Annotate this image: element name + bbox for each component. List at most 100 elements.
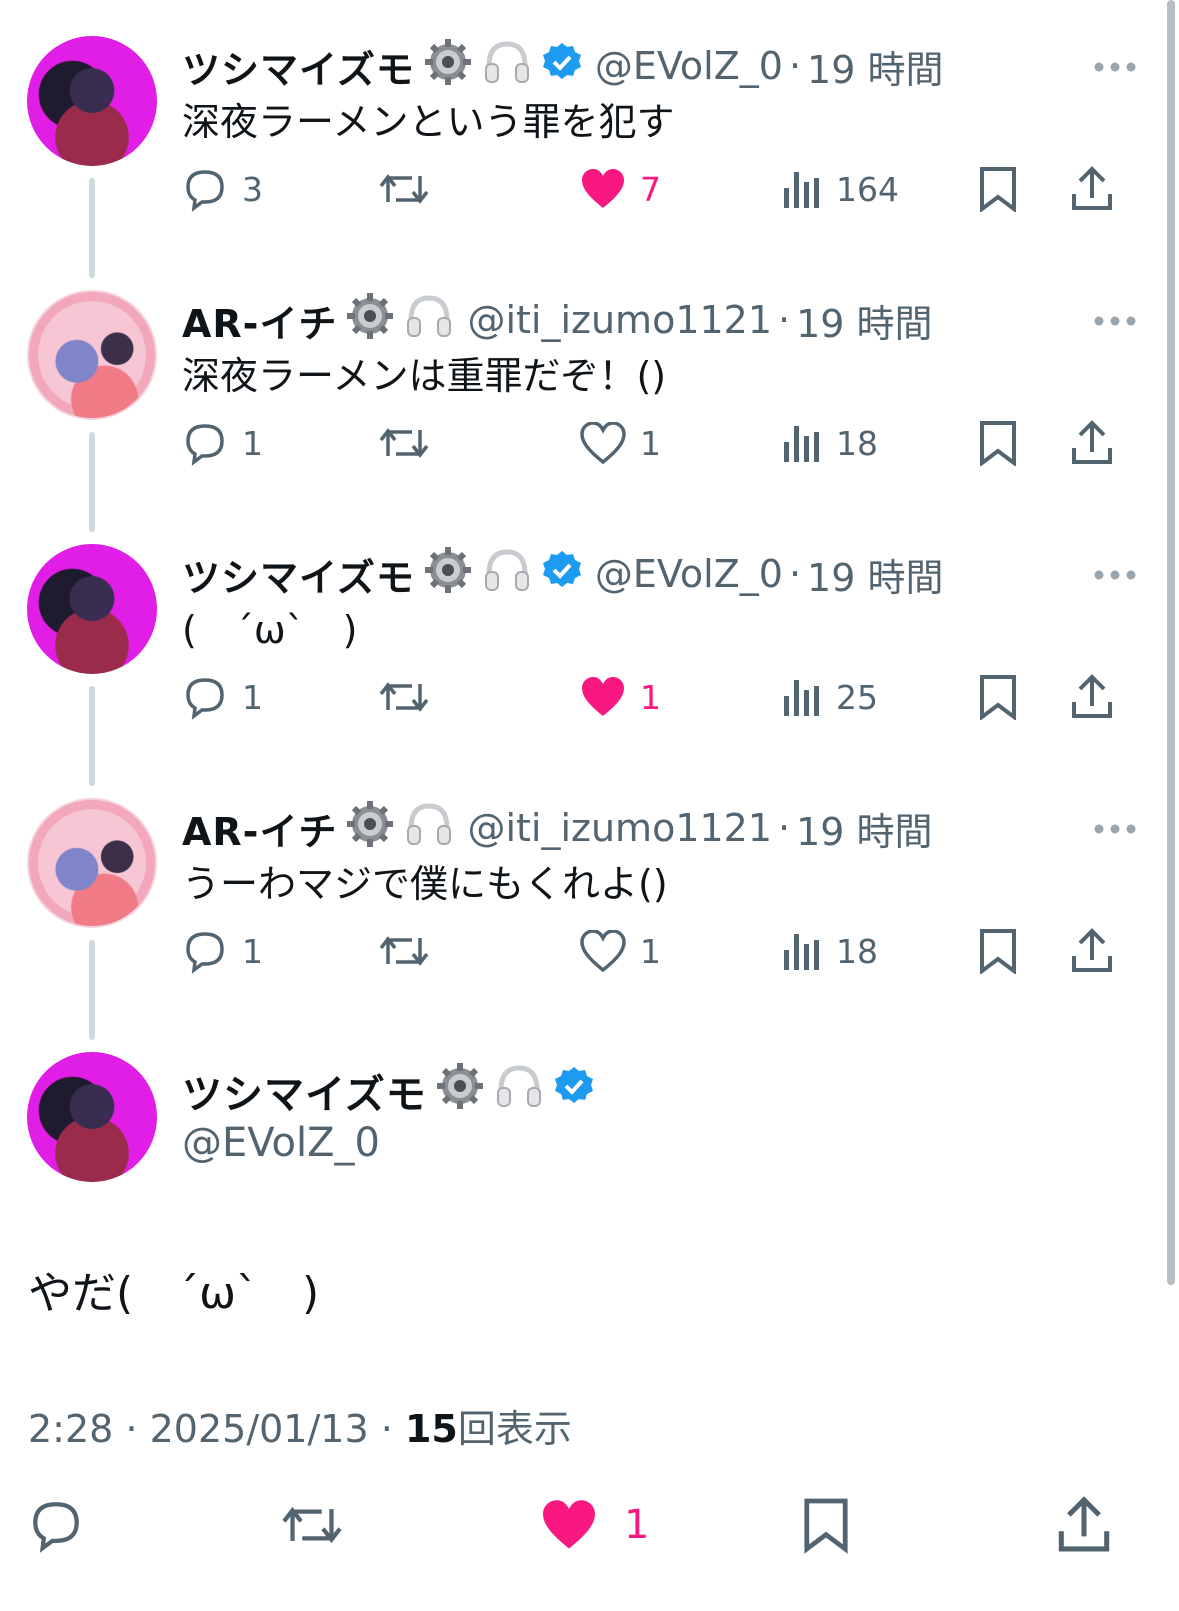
- retweet-button[interactable]: [378, 418, 430, 468]
- bookmark-button[interactable]: [978, 672, 1018, 722]
- handle[interactable]: @EVolZ_0: [182, 1120, 380, 1166]
- views-button[interactable]: 18: [782, 926, 878, 976]
- avatar[interactable]: [27, 36, 157, 166]
- action-bar: 3 7 164: [182, 164, 1132, 214]
- bookmark-icon: [980, 167, 1016, 212]
- more-dots-icon[interactable]: [1093, 312, 1137, 331]
- bookmark-button[interactable]: [978, 926, 1018, 976]
- views-button[interactable]: 25: [782, 672, 878, 722]
- like-button[interactable]: 1: [580, 418, 661, 468]
- display-name[interactable]: ツシマイズモ: [182, 1062, 427, 1120]
- tweet-text: うーわマジで僕にもくれよ(): [182, 862, 668, 906]
- display-name[interactable]: AR-イチ: [182, 293, 337, 348]
- share-button[interactable]: [1070, 164, 1114, 214]
- share-upload-icon: [1072, 166, 1112, 210]
- headphones-icon: [403, 290, 455, 351]
- retweet-button[interactable]: [378, 926, 430, 976]
- bookmark-icon: [980, 421, 1016, 466]
- headphones-icon: [481, 36, 533, 97]
- separator: ·: [788, 44, 802, 88]
- like-button[interactable]: 7: [580, 164, 661, 214]
- display-name[interactable]: ツシマイズモ: [182, 547, 415, 602]
- headphones-icon: [493, 1060, 545, 1122]
- avatar[interactable]: [27, 290, 157, 420]
- handle[interactable]: @iti_izumo1121: [467, 806, 772, 850]
- views-label: 回表示: [457, 1407, 572, 1451]
- more-dots-icon[interactable]: [1093, 58, 1137, 77]
- more-dots-icon[interactable]: [1093, 566, 1137, 585]
- bookmark-icon: [980, 929, 1016, 974]
- tweet-text: やだ( ´ω` ): [28, 1268, 320, 1319]
- retweet-button[interactable]: [378, 672, 430, 722]
- tweet-date[interactable]: 2025/01/13: [150, 1407, 369, 1451]
- reply-count: 1: [242, 931, 263, 971]
- more-dots-icon[interactable]: [1093, 820, 1137, 839]
- views-button[interactable]: 164: [782, 164, 899, 214]
- tweet-time[interactable]: 2:28: [28, 1407, 113, 1451]
- reply-button[interactable]: 3: [182, 164, 263, 214]
- tweet-text: 深夜ラーメンは重罪だぞ！(): [182, 354, 667, 398]
- like-count: 1: [640, 931, 661, 971]
- reply-icon: [186, 932, 224, 974]
- tweet-text: 深夜ラーメンという罪を犯す: [182, 100, 675, 144]
- bookmark-button[interactable]: [978, 418, 1018, 468]
- share-button[interactable]: [1056, 1490, 1112, 1560]
- share-button[interactable]: [1070, 418, 1114, 468]
- display-name[interactable]: ツシマイズモ: [182, 39, 415, 94]
- reply-button[interactable]: 1: [182, 418, 263, 468]
- tweet-meta: 2:28 · 2025/01/13 · 15回表示: [28, 1398, 572, 1453]
- action-bar: 1 1 18: [182, 418, 1132, 468]
- bookmark-icon: [980, 675, 1016, 720]
- avatar[interactable]: [27, 1052, 157, 1182]
- like-button[interactable]: 1: [580, 926, 661, 976]
- views-button[interactable]: 18: [782, 418, 878, 468]
- avatar[interactable]: [27, 798, 157, 928]
- reply-count: 1: [242, 677, 263, 717]
- views-count: 18: [836, 931, 878, 971]
- like-button[interactable]: 1: [580, 672, 661, 722]
- timestamp[interactable]: 19 時間: [796, 293, 932, 348]
- separator: ·: [778, 298, 791, 342]
- separator: ·: [380, 1407, 393, 1451]
- scrollbar[interactable]: [1167, 0, 1175, 1285]
- headphones-icon: [403, 798, 455, 859]
- gear-icon: [435, 1061, 485, 1121]
- tweet-text: ( ´ω` ): [182, 608, 358, 652]
- reply-count: 1: [242, 423, 263, 463]
- reply-button[interactable]: 1: [182, 926, 263, 976]
- separator: ·: [125, 1407, 138, 1451]
- heart-icon: [582, 169, 624, 208]
- views-number: 15: [404, 1407, 458, 1451]
- views-count: 18: [836, 423, 878, 463]
- verified-badge-icon: [553, 1065, 595, 1117]
- heart-icon: [580, 422, 626, 464]
- retweet-icon: [379, 682, 429, 712]
- handle[interactable]: @EVolZ_0: [595, 44, 783, 88]
- bookmark-button[interactable]: [978, 164, 1018, 214]
- views-bar-chart-icon: [784, 680, 819, 716]
- like-count: 1: [640, 423, 661, 463]
- retweet-button[interactable]: [280, 1490, 344, 1560]
- focus-tweet: ツシマイズモ @EVolZ_0 やだ( ´ω` ) 2:28 · 2025/01…: [0, 1052, 1179, 1472]
- like-count: 1: [624, 1502, 650, 1548]
- retweet-button[interactable]: [378, 164, 430, 214]
- retweet-icon: [282, 1506, 342, 1544]
- handle[interactable]: @EVolZ_0: [595, 552, 783, 596]
- timestamp[interactable]: 19 時間: [807, 547, 943, 602]
- share-button[interactable]: [1070, 672, 1114, 722]
- reply-icon: [186, 424, 224, 466]
- share-upload-icon: [1072, 674, 1112, 718]
- like-button[interactable]: 1: [540, 1490, 649, 1560]
- headphones-icon: [481, 544, 533, 605]
- views-bar-chart-icon: [784, 934, 819, 970]
- reply-button[interactable]: [28, 1490, 84, 1560]
- display-name[interactable]: AR-イチ: [182, 801, 337, 856]
- reply-count: 3: [242, 169, 263, 209]
- bookmark-button[interactable]: [802, 1490, 850, 1560]
- handle[interactable]: @iti_izumo1121: [467, 298, 772, 342]
- share-button[interactable]: [1070, 926, 1114, 976]
- timestamp[interactable]: 19 時間: [796, 801, 932, 856]
- timestamp[interactable]: 19 時間: [807, 39, 943, 94]
- reply-button[interactable]: 1: [182, 672, 263, 722]
- avatar[interactable]: [27, 544, 157, 674]
